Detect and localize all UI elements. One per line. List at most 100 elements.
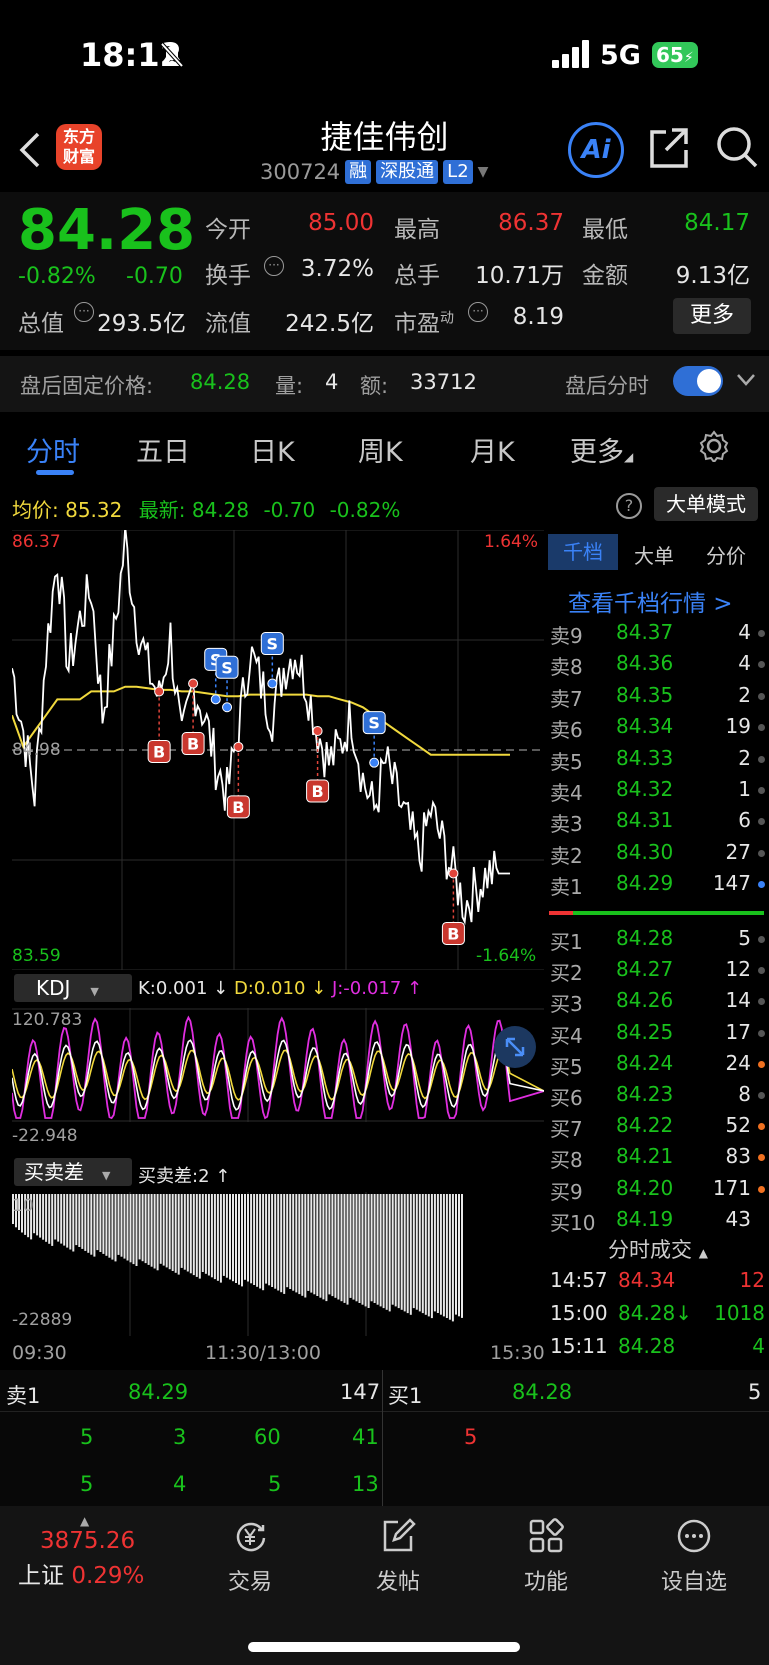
ask-row[interactable]: 卖8 84.36 4 [550,651,765,682]
bid-vol: 83 [725,1144,751,1169]
diff-selector[interactable]: 买卖差 ▼ [14,1158,132,1186]
stock-code-row[interactable]: 300724 融 深股通 L2 ▼ [260,160,488,184]
big-order-mode-button[interactable]: 大单模式 [654,487,758,521]
diff-bar [373,1194,376,1303]
footer-trade[interactable]: 交易 [200,1518,300,1596]
stock-code: 300724 [260,160,341,184]
tab-intraday[interactable]: 分时 [26,430,80,469]
tab-daily[interactable]: 日K [250,430,295,469]
diff-bar [96,1194,99,1251]
bid-row[interactable]: 买5 84.24 24 [550,1051,765,1082]
bid-level: 买10 [550,1210,596,1235]
expand-icon[interactable] [494,1026,536,1068]
ticks-title[interactable]: 分时成交 ▲ [608,1234,708,1264]
gear-icon[interactable] [698,430,730,466]
diff-bar [334,1194,337,1298]
float-value: 242.5亿 [285,311,374,337]
more-button[interactable]: 更多 [673,298,751,334]
ask-row[interactable]: 卖3 84.31 6 [550,808,765,839]
footer-post[interactable]: 发帖 [348,1518,448,1596]
ask-price: 84.31 [616,808,674,833]
svg-text:S: S [368,714,380,733]
bid-row[interactable]: 买3 84.26 14 [550,988,765,1019]
footer-watchlist[interactable]: 设自选 [644,1518,744,1596]
side-tab-price[interactable]: 分价 [706,540,746,569]
index-ticker[interactable]: ▲ 3875.26 上证 0.29% [18,1514,168,1590]
tag-l2: L2 [443,160,473,184]
sell-marker[interactable]: S [362,711,386,768]
bid-row[interactable]: 买7 84.22 52 [550,1113,765,1144]
diff-bar [45,1194,48,1242]
diff-chart[interactable] [12,1192,544,1336]
info-icon[interactable]: ··· [74,302,94,322]
float-label: 流值 [205,311,251,337]
silent-icon [160,42,184,68]
diff-bar [421,1194,424,1314]
info-icon[interactable]: ··· [264,256,284,276]
buy-marker[interactable]: B [147,686,171,763]
chevron-down-icon[interactable] [736,372,756,391]
tab-more[interactable]: 更多◢ [570,430,633,469]
search-icon[interactable] [714,124,760,176]
kdj-selector[interactable]: KDJ ▼ [14,974,132,1002]
sell-marker[interactable]: S [215,655,239,713]
diff-bar [144,1194,147,1264]
diff-bar [129,1194,132,1263]
diff-bar [262,1194,265,1291]
side-tab-depth[interactable]: 千档 [548,534,618,570]
side-tab-bigorder[interactable]: 大单 [634,540,674,569]
ask-row[interactable]: 卖9 84.37 4 [550,620,765,651]
share-icon[interactable] [648,126,690,174]
diff-bar [42,1194,45,1240]
bid-row[interactable]: 买1 84.28 5 [550,926,765,957]
flag-dot [758,967,765,975]
kdj-k: K:0.001 ↓ [138,978,229,999]
diff-bar [232,1194,234,1282]
ai-button[interactable]: Ai [568,122,624,178]
diff-bar [259,1194,262,1289]
home-indicator[interactable] [248,1642,520,1652]
depth-ask-vol: 147 [340,1380,381,1404]
flag-dot [758,787,765,794]
info-icon[interactable]: ··· [468,302,488,322]
intraday-chart[interactable]: BBSSBSBSB [12,530,544,970]
ask-row[interactable]: 卖4 84.32 1 [550,777,765,808]
diff-bar [283,1194,286,1294]
tab-5day[interactable]: 五日 [136,430,190,469]
tab-monthly[interactable]: 月K [470,430,515,469]
bid-row[interactable]: 买2 84.27 12 [550,957,765,988]
ask-row[interactable]: 卖5 84.33 2 [550,746,765,777]
bid-row[interactable]: 买8 84.21 83 [550,1144,765,1175]
svg-text:S: S [221,658,233,677]
diff-bar [289,1194,292,1289]
mktcap-label: 总值 [18,311,64,337]
diff-bar [286,1194,289,1288]
diff-bar [132,1194,135,1265]
bid-row[interactable]: 买6 84.23 8 [550,1082,765,1113]
ask-row[interactable]: 卖2 84.30 27 [550,840,765,871]
ah-vol-label: 量: [275,374,304,398]
ask-price: 84.32 [616,777,674,801]
network-type: 5G [600,40,641,71]
bid-vol: 5 [738,926,751,950]
kdj-chart[interactable] [12,1008,544,1122]
kdj-values: K:0.001 ↓ D:0.010 ↓ J:-0.017 ↑ [138,978,422,999]
tab-weekly[interactable]: 周K [358,430,403,469]
bid-row[interactable]: 买9 84.20 171 [550,1176,765,1207]
ask-level: 卖3 [550,812,583,837]
ask-row[interactable]: 卖7 84.35 2 [550,683,765,714]
diff-bar [84,1194,87,1251]
diff-bar [304,1194,307,1298]
ask-vol: 1 [738,777,751,801]
ask-vol: 4 [738,651,751,676]
footer-functions[interactable]: 功能 [496,1518,596,1596]
help-icon[interactable]: ? [616,493,642,519]
ask-row[interactable]: 卖1 84.29 147 [550,871,765,902]
flag-dot [758,724,765,732]
bid-vol: 17 [725,1019,751,1044]
bid-row[interactable]: 买4 84.25 17 [550,1020,765,1051]
toggle-knob [697,369,721,393]
ask-row[interactable]: 卖6 84.34 19 [550,714,765,745]
view-depth-link[interactable]: 查看千档行情 > [568,584,733,618]
diff-bar [244,1194,246,1280]
